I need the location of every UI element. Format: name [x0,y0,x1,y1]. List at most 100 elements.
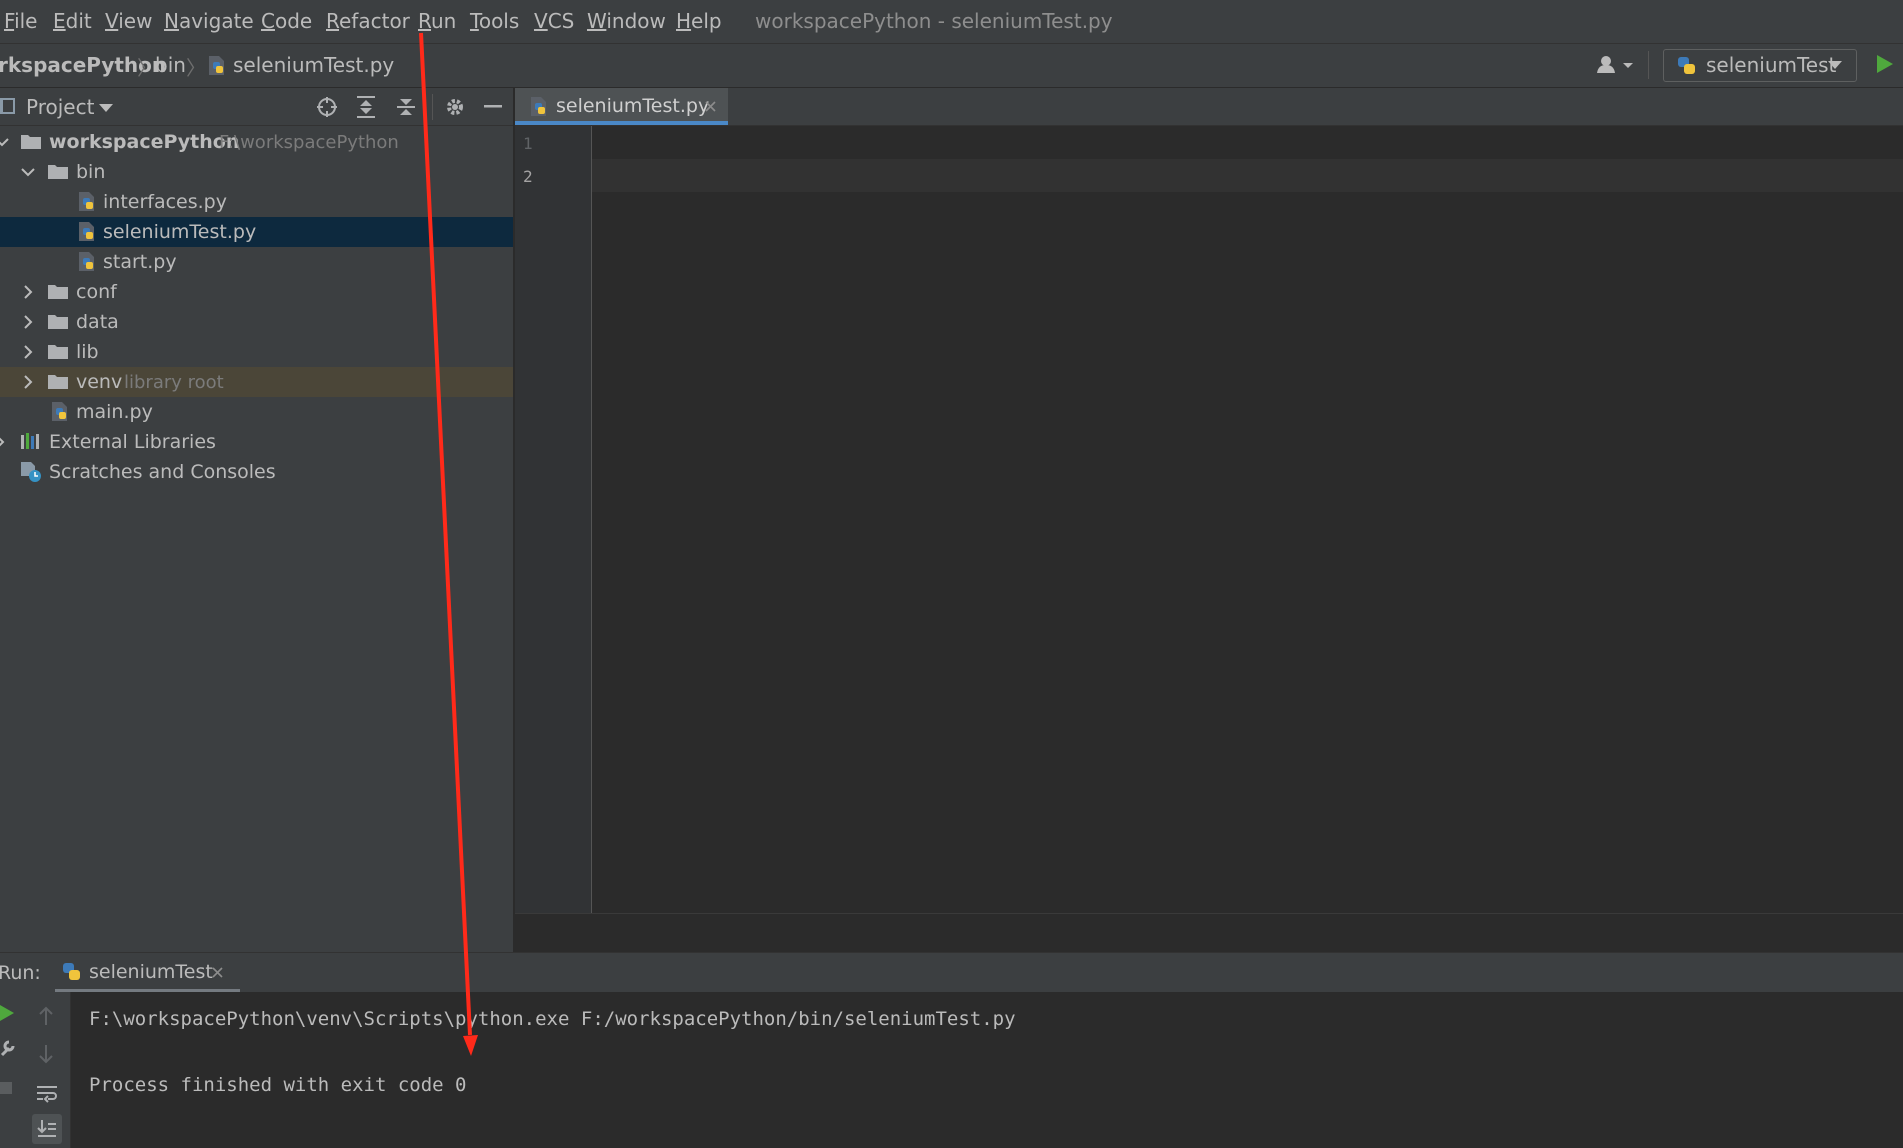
chevron-down-icon[interactable] [0,133,11,151]
menu-help[interactable]: Help [676,9,722,33]
locate-icon[interactable] [316,96,338,118]
scratches-icon [20,461,41,482]
user-icon[interactable] [1597,55,1637,75]
menu-edit[interactable]: Edit [53,9,92,33]
scroll-to-end-button[interactable] [32,1114,62,1144]
run-configuration-select[interactable]: seleniumTest [1663,49,1857,82]
menu-window[interactable]: Window [587,9,666,33]
run-toolbar-primary [0,992,22,1148]
tree-item-main-py[interactable]: main.py [0,397,513,427]
tree-item-data[interactable]: data [0,307,513,337]
breadcrumb-separator: 〉 [186,56,206,80]
tree-item-hint: library root [124,372,224,393]
wrench-icon[interactable] [0,1039,16,1057]
python-file-icon [50,401,70,422]
collapse-all-icon[interactable] [396,96,416,118]
soft-wrap-icon[interactable] [36,1084,58,1104]
expand-all-icon[interactable] [356,96,376,118]
tree-item-path: F:\workspacePython [219,132,399,153]
gear-icon[interactable] [444,96,466,118]
toolbar-divider [432,94,433,120]
tree-item-label: main.py [76,401,153,423]
tree-item-label: conf [76,281,117,303]
folder-icon [20,133,42,150]
chevron-right-icon[interactable] [19,283,37,301]
python-icon [1676,56,1698,76]
tree-item-label: start.py [103,251,177,273]
scroll-to-end-icon [37,1119,57,1139]
menu-bar: File Edit View Navigate Code Refactor Ru… [0,0,1903,44]
chevron-down-icon[interactable] [99,104,113,113]
menu-file[interactable]: File [4,9,37,33]
project-panel-header: Project [0,88,513,126]
menu-vcs[interactable]: VCS [534,9,574,33]
run-console[interactable]: F:\workspacePython\venv\Scripts\python.e… [71,992,1903,1148]
folder-icon [47,343,69,360]
close-icon[interactable] [212,967,223,978]
menu-tools[interactable]: Tools [470,9,519,33]
code-editor[interactable]: 1 2 [515,126,1903,913]
tree-item-label: seleniumTest.py [103,221,257,243]
line-number: 2 [523,167,533,186]
folder-icon [47,373,69,390]
tree-item-label: venv [76,371,123,393]
menu-run[interactable]: Run [418,9,456,33]
python-file-icon [207,55,227,76]
run-tab-label: seleniumTest [89,961,213,983]
project-view-icon [0,98,16,115]
python-file-icon [77,191,97,212]
run-toolbar-secondary [22,992,71,1148]
chevron-down-icon[interactable] [19,163,37,181]
chevron-down-icon [1828,61,1842,70]
chevron-right-icon[interactable] [19,313,37,331]
chevron-right-icon[interactable] [19,373,37,391]
arrow-up-icon[interactable] [37,1006,55,1026]
python-file-icon [77,221,97,242]
tree-item-bin[interactable]: bin [0,157,513,187]
console-line: F:\workspacePython\venv\Scripts\python.e… [89,1008,1016,1030]
breadcrumb-bin[interactable]: bin [155,53,186,77]
tree-item-venv[interactable]: venv library root [0,367,513,397]
editor-tab-seleniumtest[interactable]: seleniumTest.py [515,88,728,125]
tree-item-label: lib [76,341,99,363]
minimize-icon[interactable] [484,105,502,109]
tree-item-interfaces-py[interactable]: interfaces.py [0,187,513,217]
editor-tab-bar: seleniumTest.py [515,88,1903,126]
breadcrumb-file[interactable]: seleniumTest.py [233,53,394,77]
run-panel-header: Run: seleniumTest [0,952,1903,993]
menu-navigate[interactable]: Navigate [164,9,254,33]
tree-item-label: bin [76,161,106,183]
close-icon[interactable] [705,101,716,112]
run-panel-label: Run: [0,962,41,984]
navigation-bar: rkspacePython 〉 bin 〉 seleniumTest.py se… [0,44,1903,88]
folder-icon [47,313,69,330]
run-icon[interactable] [1876,54,1894,74]
chevron-right-icon[interactable] [0,433,9,451]
folder-icon [47,163,69,180]
libraries-icon [20,433,42,450]
rerun-icon[interactable] [0,1004,14,1022]
tree-item-external-libraries[interactable]: External Libraries [0,427,513,457]
tree-item-lib[interactable]: lib [0,337,513,367]
chevron-right-icon[interactable] [19,343,37,361]
caret-row-highlight [592,159,1903,192]
editor-status-strip [515,913,1903,953]
stop-icon[interactable] [0,1082,14,1096]
tree-item-conf[interactable]: conf [0,277,513,307]
tree-item-workspacepython[interactable]: workspacePython F:\workspacePython [0,127,513,157]
tree-item-scratches-and-consoles[interactable]: Scratches and Consoles [0,457,513,487]
python-icon [61,962,83,982]
run-tab-seleniumtest[interactable]: seleniumTest [55,953,240,992]
tree-item-start-py[interactable]: start.py [0,247,513,277]
tree-item-seleniumtest-py[interactable]: seleniumTest.py [0,217,513,247]
project-view-title[interactable]: Project [26,95,94,119]
menu-refactor[interactable]: Refactor [326,9,410,33]
tree-item-label: data [76,311,119,333]
menu-view[interactable]: View [105,9,152,33]
breadcrumb-separator: 〉 [137,56,157,80]
folder-icon [47,283,69,300]
menu-code[interactable]: Code [261,9,312,33]
tree-item-label: workspacePython [49,131,240,153]
python-file-icon [529,96,549,117]
arrow-down-icon[interactable] [37,1044,55,1064]
